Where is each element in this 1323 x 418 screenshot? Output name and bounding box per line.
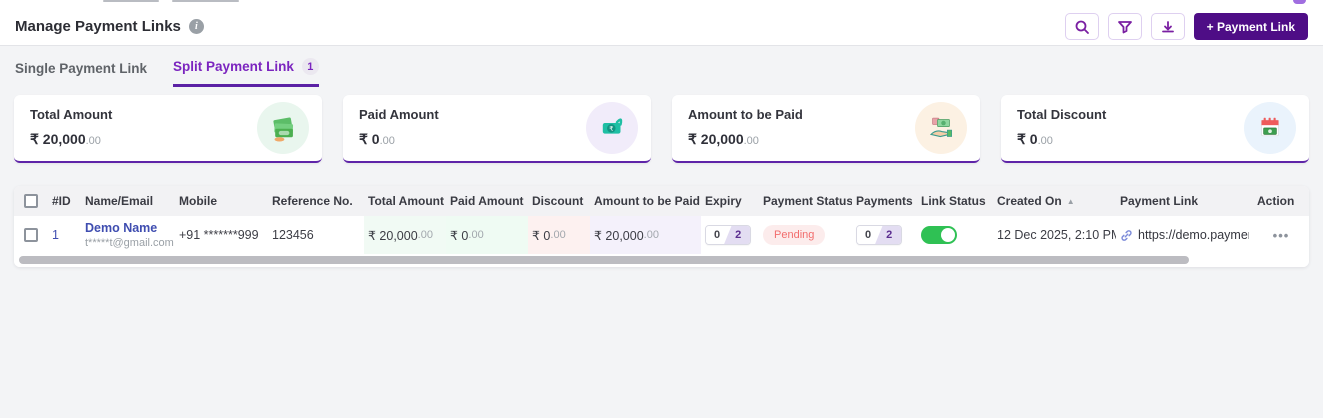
header-label: Created On: [997, 194, 1062, 208]
calendar-cash-icon: [1244, 102, 1296, 154]
row-mobile: +91 *******999: [179, 228, 259, 242]
status-badge: Pending: [763, 225, 826, 245]
card-total-discount: Total Discount ₹ 0.00: [1001, 95, 1309, 163]
header-cell: Action: [1257, 194, 1295, 208]
row-payment-link: https://demo.payment.co: [1116, 216, 1253, 254]
tab-label: Single Payment Link: [15, 60, 148, 76]
tab-split-payment-link[interactable]: Split Payment Link 1: [173, 58, 319, 87]
row-discount: ₹ 0.00: [528, 216, 590, 254]
row-id: 1: [52, 228, 59, 242]
card-amount-to-be-paid: Amount to be Paid ₹ 20,000.00: [672, 95, 980, 163]
row-name-email-cell: Demo Name t*****t@gmail.com: [81, 216, 175, 254]
browser-tab-remnant: [172, 0, 239, 2]
row-expiry: 0 2: [701, 216, 759, 254]
customer-email: t*****t@gmail.com: [85, 236, 174, 249]
tab-bar: Single Payment Link Split Payment Link 1: [15, 58, 319, 87]
cash-stack-icon: [257, 102, 309, 154]
tab-count-badge: 1: [301, 58, 319, 75]
filter-button[interactable]: [1107, 13, 1142, 40]
row-total-amount: ₹ 20,000.00: [364, 216, 446, 254]
header-actions: + Payment Link: [1064, 13, 1308, 40]
tab-single-payment-link[interactable]: Single Payment Link: [15, 58, 147, 87]
filter-icon: [1117, 19, 1133, 35]
row-amount-to-be-paid: ₹ 20,000.00: [590, 216, 701, 254]
row-payment-status: Pending: [759, 216, 852, 254]
hand-cash-icon: [915, 102, 967, 154]
expiry-badge: 0 2: [705, 225, 752, 245]
top-strip: [0, 0, 1323, 8]
sort-asc-icon[interactable]: ▲: [1067, 197, 1075, 206]
table-row: 1 Demo Name t*****t@gmail.com +91 ******…: [14, 216, 1309, 254]
header-cell-created-on[interactable]: Created On ▲: [993, 186, 1116, 216]
header-cell: Expiry: [705, 194, 742, 208]
page-header: Manage Payment Links i + Payment Link: [0, 8, 1323, 46]
toggle-knob: [941, 228, 955, 242]
row-reference-no: 123456: [272, 228, 314, 242]
payments-badge: 0 2: [856, 225, 903, 245]
card-value-decimals: .00: [85, 135, 101, 147]
link-icon: [1120, 229, 1133, 242]
info-icon[interactable]: i: [188, 19, 204, 34]
avatar-remnant: [1293, 0, 1306, 4]
row-link-status: [917, 216, 993, 254]
header-cell: Link Status: [921, 194, 986, 208]
card-total-amount: Total Amount ₹ 20,000.00: [14, 95, 322, 163]
header-cell: Mobile: [179, 194, 217, 208]
svg-text:₹: ₹: [609, 126, 613, 133]
summary-cards: Total Amount ₹ 20,000.00 Paid Amount ₹ 0…: [14, 95, 1309, 163]
header-cell: Payment Status: [763, 194, 852, 208]
customer-name-link[interactable]: Demo Name: [85, 220, 174, 236]
payment-link-url[interactable]: https://demo.payment.co: [1138, 228, 1249, 242]
expiry-used: 0: [706, 226, 729, 244]
header-cell: Discount: [532, 194, 584, 208]
row-created-on: 12 Dec 2025, 2:10 PM: [997, 228, 1116, 242]
row-checkbox-cell: [14, 216, 48, 254]
header-cell: Total Amount: [368, 194, 444, 208]
select-all-checkbox[interactable]: [24, 194, 38, 208]
search-icon: [1074, 19, 1090, 35]
header-cell: Payment Link: [1120, 194, 1199, 208]
payment-links-table: #ID Name/Email Mobile Reference No. Tota…: [14, 186, 1309, 267]
tab-label: Split Payment Link: [173, 59, 294, 74]
browser-tab-remnant: [103, 0, 159, 2]
header-cell: Amount to be Paid: [594, 194, 700, 208]
row-checkbox[interactable]: [24, 228, 38, 242]
header-cell-checkbox: [14, 186, 48, 216]
card-paid-amount: Paid Amount ₹ 0.00 ₹: [343, 95, 651, 163]
card-value-decimals: .00: [743, 135, 759, 147]
row-action: •••: [1253, 216, 1309, 254]
row-paid-amount: ₹ 0.00: [446, 216, 528, 254]
header-cell: #ID: [52, 194, 71, 208]
search-button[interactable]: [1064, 13, 1099, 40]
scrollbar-thumb[interactable]: [19, 256, 1189, 264]
payments-used: 0: [857, 226, 880, 244]
card-value-decimals: .00: [1037, 135, 1053, 147]
header-cell: Paid Amount: [450, 194, 524, 208]
row-actions-menu-button[interactable]: •••: [1273, 228, 1290, 243]
header-cell: Name/Email: [85, 194, 154, 208]
wallet-rupee-icon: ₹: [586, 102, 638, 154]
add-payment-link-button[interactable]: + Payment Link: [1193, 13, 1308, 40]
link-status-toggle[interactable]: [921, 226, 957, 244]
table-horizontal-scrollbar: [14, 254, 1309, 267]
row-payments: 0 2: [852, 216, 917, 254]
card-value-decimals: .00: [379, 135, 395, 147]
download-icon: [1160, 19, 1176, 35]
table-header-row: #ID Name/Email Mobile Reference No. Tota…: [14, 186, 1309, 216]
header-cell: Reference No.: [272, 194, 353, 208]
header-cell: Payments: [856, 194, 913, 208]
download-button[interactable]: [1150, 13, 1185, 40]
page-title: Manage Payment Links: [15, 18, 181, 35]
